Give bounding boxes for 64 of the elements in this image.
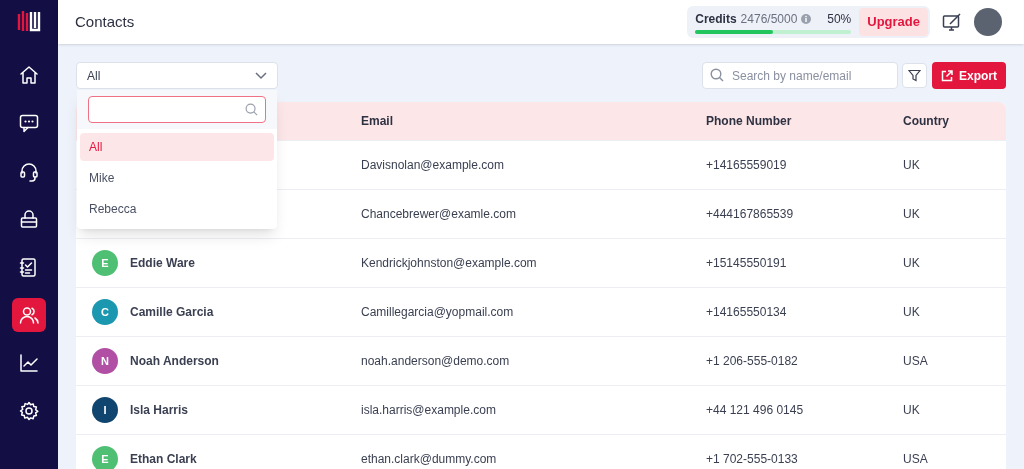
- phone-number: +15145550191: [706, 256, 787, 270]
- search-field[interactable]: Search by name/email: [702, 62, 898, 89]
- phone-number: +1 206-555-0182: [706, 354, 798, 368]
- phone-number: +14165559019: [706, 158, 787, 172]
- country: UK: [903, 403, 920, 417]
- export-button[interactable]: Export: [932, 62, 1006, 89]
- user-avatar[interactable]: [974, 8, 1002, 36]
- credits-label: Credits: [695, 11, 737, 28]
- dropdown-option[interactable]: All: [80, 133, 274, 161]
- logo-icon: [16, 8, 42, 34]
- credits-value: 2476/5000: [740, 11, 798, 28]
- contact-name: Noah Anderson: [130, 353, 219, 370]
- owner-select[interactable]: All: [76, 62, 278, 89]
- dropdown-search-field[interactable]: [88, 96, 266, 123]
- contact-email: isla.harris@example.com: [361, 403, 496, 417]
- country: UK: [903, 256, 920, 270]
- country: UK: [903, 158, 920, 172]
- phone-number: +14165550134: [706, 305, 787, 319]
- edit-monitor-icon[interactable]: [942, 12, 962, 32]
- contact-avatar: I: [92, 397, 118, 423]
- column-header: Phone Number: [706, 114, 792, 128]
- chat-icon: [18, 112, 40, 134]
- contact-name: Camille Garcia: [130, 304, 214, 321]
- search-icon: [245, 103, 258, 116]
- phone-number: +1 702-555-0133: [706, 452, 798, 466]
- chart-icon: [18, 352, 40, 374]
- contact-avatar: E: [92, 446, 118, 469]
- export-icon: [941, 69, 953, 82]
- chevron-down-icon: [255, 71, 267, 80]
- phone-number: +444167865539: [706, 207, 794, 221]
- country: USA: [903, 354, 928, 368]
- phone-number: +44 121 496 0145: [706, 403, 804, 417]
- contact-email: Davisnolan@example.com: [361, 158, 504, 172]
- column-header: Country: [903, 114, 949, 128]
- page-title: Contacts: [75, 11, 135, 32]
- dropdown-option[interactable]: Rebecca: [80, 195, 274, 223]
- contact-name: Isla Harris: [130, 402, 189, 419]
- contact-name: Eddie Ware: [130, 255, 195, 272]
- sidebar-item[interactable]: [12, 298, 46, 332]
- country: UK: [903, 305, 920, 319]
- users-icon: [18, 304, 40, 326]
- search-icon: [710, 68, 724, 82]
- contact-email: Chancebrewer@examle.com: [361, 207, 516, 221]
- contact-avatar: C: [92, 299, 118, 325]
- dropdown-option[interactable]: Mike: [80, 164, 274, 192]
- contact-avatar: E: [92, 250, 118, 276]
- country: USA: [903, 452, 928, 466]
- credits-percent: 50%: [827, 11, 852, 28]
- contact-email: noah.anderson@demo.com: [361, 354, 510, 368]
- upgrade-button[interactable]: Upgrade: [859, 8, 928, 36]
- contact-email: Kendrickjohnston@example.com: [361, 256, 537, 270]
- filter-button[interactable]: [902, 63, 927, 88]
- info-icon: [801, 14, 812, 24]
- home-icon: [18, 64, 40, 86]
- column-header: Email: [361, 114, 393, 128]
- contact-email: ethan.clark@dummy.com: [361, 452, 497, 466]
- filter-icon: [908, 69, 921, 82]
- basket-icon: [18, 208, 40, 230]
- headset-icon: [18, 160, 40, 182]
- contact-avatar: N: [92, 348, 118, 374]
- settings-icon: [18, 400, 40, 422]
- contact-name: Ethan Clark: [130, 451, 197, 468]
- contact-email: Camillegarcia@yopmail.com: [361, 305, 514, 319]
- country: UK: [903, 207, 920, 221]
